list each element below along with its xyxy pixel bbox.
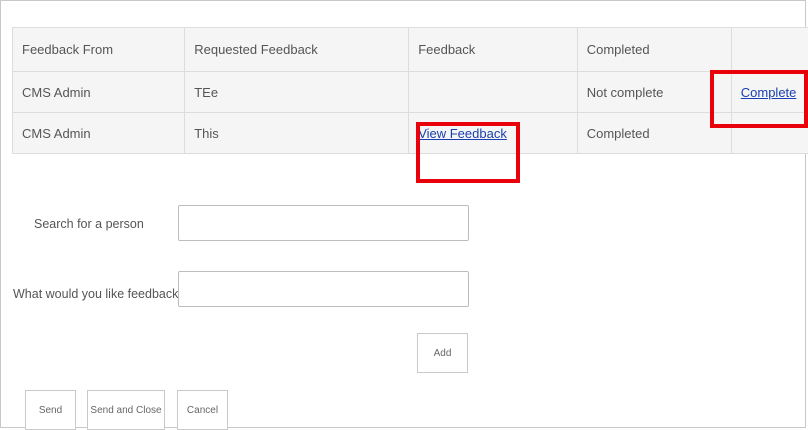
cell-feedback-from: CMS Admin xyxy=(11,112,186,154)
cell-action xyxy=(730,112,808,154)
send-button[interactable]: Send xyxy=(25,390,76,430)
feedback-table: Feedback From Requested Feedback Feedbac… xyxy=(11,27,808,154)
cell-feedback: View Feedback xyxy=(408,112,578,154)
cell-action: Complete xyxy=(730,71,808,113)
view-feedback-link[interactable]: View Feedback xyxy=(418,126,507,141)
column-header-action xyxy=(730,27,808,72)
table-header-row: Feedback From Requested Feedback Feedbac… xyxy=(11,27,808,72)
cell-feedback-from: CMS Admin xyxy=(11,71,186,113)
cell-requested-feedback: TEe xyxy=(184,71,410,113)
cancel-button[interactable]: Cancel xyxy=(177,390,228,430)
cell-requested-feedback: This xyxy=(184,112,410,154)
cell-feedback xyxy=(408,71,578,113)
column-header-feedback-from: Feedback From xyxy=(11,27,186,72)
search-person-input[interactable] xyxy=(178,205,469,241)
complete-link[interactable]: Complete xyxy=(741,85,797,100)
column-header-feedback: Feedback xyxy=(408,27,578,72)
table-row: CMS Admin TEe Not complete Complete xyxy=(11,71,808,113)
column-header-completed: Completed xyxy=(576,27,732,72)
add-button[interactable]: Add xyxy=(417,333,468,373)
send-and-close-button[interactable]: Send and Close xyxy=(87,390,165,430)
cell-completed-status: Completed xyxy=(576,112,732,154)
table-row: CMS Admin This View Feedback Completed xyxy=(11,112,808,154)
search-person-label: Search for a person xyxy=(34,217,144,231)
feedback-on-label: What would you like feedback on? xyxy=(13,287,203,301)
feedback-on-input[interactable] xyxy=(178,271,469,307)
column-header-requested-feedback: Requested Feedback xyxy=(184,27,410,72)
cell-completed-status: Not complete xyxy=(576,71,732,113)
